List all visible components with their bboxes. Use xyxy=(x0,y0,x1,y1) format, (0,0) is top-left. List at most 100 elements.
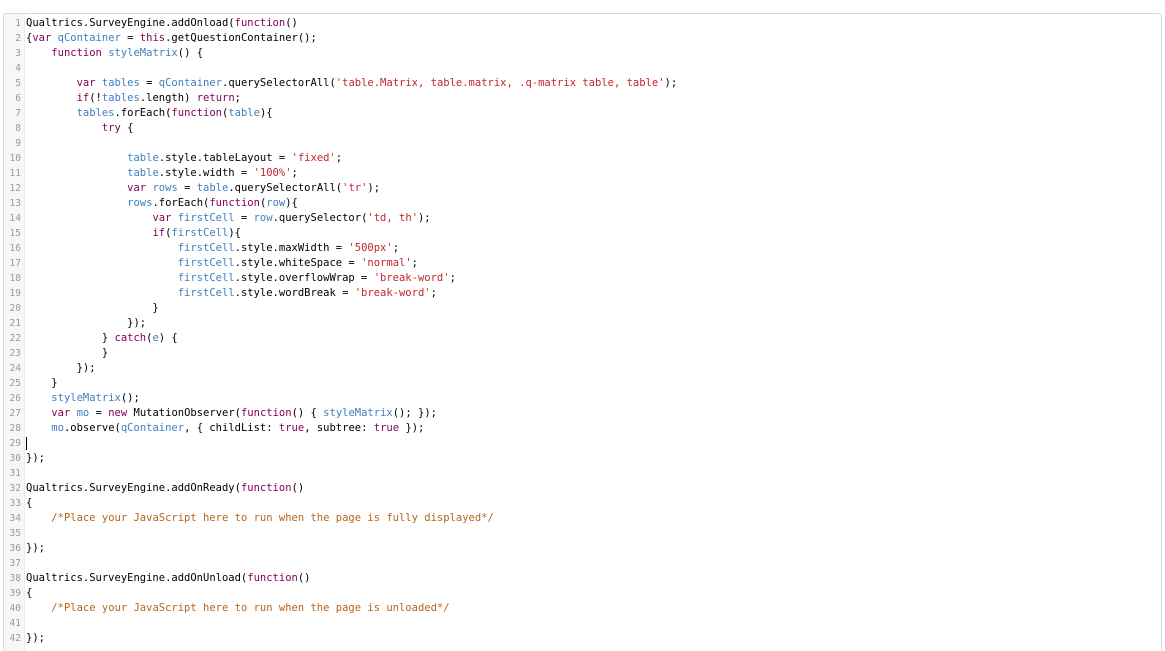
code-text[interactable]: { xyxy=(26,586,32,601)
code-text[interactable]: firstCell.style.wordBreak = 'break-word'… xyxy=(26,286,437,301)
code-token: function xyxy=(247,572,298,584)
code-text[interactable]: firstCell.style.whiteSpace = 'normal'; xyxy=(26,256,418,271)
code-text[interactable]: rows.forEach(function(row){ xyxy=(26,196,298,211)
code-text[interactable]: } xyxy=(26,346,108,361)
code-line[interactable]: 42}); xyxy=(4,631,1161,646)
code-line[interactable]: 36}); xyxy=(4,541,1161,556)
code-line[interactable]: 19 firstCell.style.wordBreak = 'break-wo… xyxy=(4,286,1161,301)
code-text[interactable]: table.style.width = '100%'; xyxy=(26,166,298,181)
code-line[interactable]: 23 } xyxy=(4,346,1161,361)
code-line[interactable]: 8 try { xyxy=(4,121,1161,136)
code-line[interactable]: 28 mo.observe(qContainer, { childList: t… xyxy=(4,421,1161,436)
line-number: 38 xyxy=(9,573,21,584)
code-line[interactable]: 14 var firstCell = row.querySelector('td… xyxy=(4,211,1161,226)
code-text[interactable]: } xyxy=(26,376,57,391)
code-text[interactable]: firstCell.style.maxWidth = '500px'; xyxy=(26,241,399,256)
code-text[interactable]: }); xyxy=(26,361,96,376)
code-lines[interactable]: 1 Qualtrics.SurveyEngine.addOnload(functi… xyxy=(4,16,1161,646)
code-text[interactable]: var mo = new MutationObserver(function()… xyxy=(26,406,437,421)
code-line[interactable]: 33 { xyxy=(4,496,1161,511)
code-line[interactable]: 34 /*Place your JavaScript here to run w… xyxy=(4,511,1161,526)
code-token: .observe( xyxy=(63,422,121,434)
code-line[interactable]: 22 } catch(e) { xyxy=(4,331,1161,346)
code-line[interactable]: 9 xyxy=(4,136,1161,151)
code-text[interactable]: tables.forEach(function(table){ xyxy=(26,106,273,121)
code-line[interactable]: 7 tables.forEach(function(table){ xyxy=(4,106,1161,121)
code-line[interactable]: 40 /*Place your JavaScript here to run w… xyxy=(4,601,1161,616)
code-text[interactable]: try { xyxy=(26,121,134,136)
code-text[interactable]: } catch(e) { xyxy=(26,331,178,346)
code-token: { xyxy=(26,587,33,599)
code-text[interactable]: Qualtrics.SurveyEngine.addOnUnload(funct… xyxy=(26,571,311,586)
code-line[interactable]: 18 firstCell.style.overflowWrap = 'break… xyxy=(4,271,1161,286)
line-number: 37 xyxy=(9,558,21,569)
code-line[interactable]: 12 var rows = table.querySelectorAll('tr… xyxy=(4,181,1161,196)
code-line[interactable]: 31 xyxy=(4,466,1161,481)
code-line[interactable]: 27 var mo = new MutationObserver(functio… xyxy=(4,406,1161,421)
code-line[interactable]: 4 xyxy=(4,61,1161,76)
code-token: 'break-word' xyxy=(354,287,431,299)
code-text[interactable]: { xyxy=(26,496,32,511)
code-text[interactable]: if(!tables.length) return; xyxy=(26,91,241,106)
code-line[interactable]: 37 xyxy=(4,556,1161,571)
code-line[interactable]: 1 Qualtrics.SurveyEngine.addOnload(functi… xyxy=(4,16,1161,31)
code-line[interactable]: 35 xyxy=(4,526,1161,541)
code-line[interactable]: 6 if(!tables.length) return; xyxy=(4,91,1161,106)
code-line[interactable]: 21 }); xyxy=(4,316,1161,331)
code-line[interactable]: 5 var tables = qContainer.querySelectorA… xyxy=(4,76,1161,91)
code-text[interactable]: firstCell.style.overflowWrap = 'break-wo… xyxy=(26,271,456,286)
code-text[interactable] xyxy=(26,436,27,451)
code-line[interactable]: 2 {var qContainer = this.getQuestionConta… xyxy=(4,31,1161,46)
code-line[interactable]: 29 xyxy=(4,436,1161,451)
code-text[interactable]: mo.observe(qContainer, { childList: true… xyxy=(26,421,424,436)
code-text[interactable]: styleMatrix(); xyxy=(26,391,140,406)
code-token: true xyxy=(373,422,400,434)
code-token: return xyxy=(196,92,235,104)
code-line[interactable]: 13 rows.forEach(function(row){ xyxy=(4,196,1161,211)
code-text[interactable]: }); xyxy=(26,541,45,556)
code-text[interactable]: var firstCell = row.querySelector('td, t… xyxy=(26,211,430,226)
code-line[interactable]: 15 if(firstCell){ xyxy=(4,226,1161,241)
code-editor[interactable]: 1 Qualtrics.SurveyEngine.addOnload(functi… xyxy=(3,13,1162,651)
line-number: 3 xyxy=(15,48,21,59)
code-text[interactable]: }); xyxy=(26,316,146,331)
code-line[interactable]: 3 function styleMatrix() { xyxy=(4,46,1161,61)
code-text[interactable]: var tables = qContainer.querySelectorAll… xyxy=(26,76,678,91)
code-text[interactable]: }); xyxy=(26,451,45,466)
code-line[interactable]: 10 table.style.tableLayout = 'fixed'; xyxy=(4,151,1161,166)
line-number: 22 xyxy=(9,333,21,344)
code-text[interactable]: }); xyxy=(26,631,45,646)
code-line[interactable]: 17 firstCell.style.whiteSpace = 'normal'… xyxy=(4,256,1161,271)
code-line[interactable]: 41 xyxy=(4,616,1161,631)
line-number: 26 xyxy=(9,393,21,404)
line-number: 42 xyxy=(9,633,21,644)
code-line[interactable]: 26 styleMatrix(); xyxy=(4,391,1161,406)
code-line[interactable]: 38 Qualtrics.SurveyEngine.addOnUnload(fun… xyxy=(4,571,1161,586)
code-token: ; xyxy=(430,287,437,299)
code-text[interactable]: Qualtrics.SurveyEngine.addOnReady(functi… xyxy=(26,481,304,496)
code-line[interactable]: 11 table.style.width = '100%'; xyxy=(4,166,1161,181)
code-token: function xyxy=(240,407,292,419)
code-text[interactable]: Qualtrics.SurveyEngine.addOnload(functio… xyxy=(26,16,298,31)
code-line[interactable]: 20 } xyxy=(4,301,1161,316)
code-text[interactable]: if(firstCell){ xyxy=(26,226,241,241)
code-text[interactable]: var rows = table.querySelectorAll('tr'); xyxy=(26,181,380,196)
line-number: 36 xyxy=(9,543,21,554)
code-text[interactable]: /*Place your JavaScript here to run when… xyxy=(26,511,494,526)
code-line[interactable]: 30}); xyxy=(4,451,1161,466)
code-token: .querySelector( xyxy=(272,212,368,224)
code-line[interactable]: 39 { xyxy=(4,586,1161,601)
code-text[interactable]: function styleMatrix() { xyxy=(26,46,203,61)
code-line[interactable]: 32 Qualtrics.SurveyEngine.addOnReady(func… xyxy=(4,481,1161,496)
code-text[interactable]: /*Place your JavaScript here to run when… xyxy=(26,601,449,616)
code-line[interactable]: 16 firstCell.style.maxWidth = '500px'; xyxy=(4,241,1161,256)
code-text[interactable]: table.style.tableLayout = 'fixed'; xyxy=(26,151,342,166)
code-token: .style.wordBreak = xyxy=(234,287,355,299)
code-text[interactable]: } xyxy=(26,301,158,316)
code-text[interactable]: {var qContainer = this.getQuestionContai… xyxy=(26,31,317,46)
code-line[interactable]: 25 } xyxy=(4,376,1161,391)
code-line[interactable]: 24 }); xyxy=(4,361,1161,376)
code-token: true xyxy=(278,422,305,434)
